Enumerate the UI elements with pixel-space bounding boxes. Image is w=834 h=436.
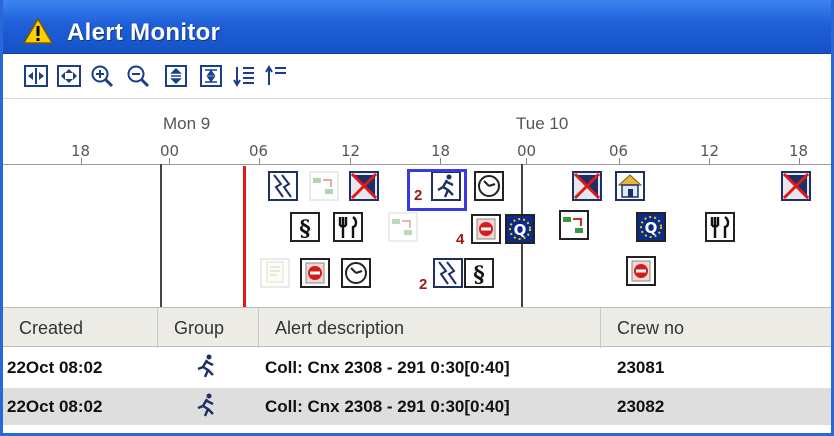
column-header-crew[interactable]: Crew no: [601, 308, 831, 348]
zoom-in-icon[interactable]: [89, 63, 115, 89]
title-bar[interactable]: Alert Monitor: [3, 0, 831, 54]
table-row[interactable]: 22Oct 08:02 Coll: Cnx 2308 - 291 0:30[0:…: [3, 388, 831, 425]
zoom-out-icon[interactable]: [125, 63, 151, 89]
runner-icon: [193, 353, 219, 384]
alert-monitor-window: Alert Monitor Mon 9 Tue 10 18 00 06 12 1…: [0, 0, 834, 436]
eu-q-icon[interactable]: Q: [505, 214, 535, 244]
clock-icon[interactable]: [341, 258, 371, 288]
cell-description: Coll: Cnx 2308 - 291 0:30[0:40]: [265, 397, 510, 416]
cancelled-flight-icon[interactable]: [572, 171, 602, 201]
svg-text:Q: Q: [514, 221, 527, 239]
window-title: Alert Monitor: [67, 19, 221, 46]
svg-text:§: §: [299, 216, 311, 242]
section-icon[interactable]: §: [464, 258, 494, 288]
clock-icon[interactable]: [474, 171, 504, 201]
grid-header: Created Group Alert description Crew no: [3, 307, 831, 348]
stop-icon[interactable]: [626, 256, 656, 286]
split-icon[interactable]: [433, 258, 463, 288]
cell-created: 22Oct 08:02: [7, 358, 103, 377]
expand-rows-icon[interactable]: [163, 63, 189, 89]
svg-text:§: §: [473, 262, 485, 288]
home-icon[interactable]: [615, 171, 645, 201]
stop-icon[interactable]: [300, 258, 330, 288]
sort-ascending-icon[interactable]: [263, 63, 289, 89]
cell-crew: 23082: [617, 397, 665, 416]
day-divider: [160, 164, 162, 307]
meal-icon[interactable]: [333, 212, 363, 242]
column-header-created[interactable]: Created: [3, 308, 158, 348]
cell-description: Coll: Cnx 2308 - 291 0:30[0:40]: [265, 358, 510, 377]
fit-all-icon[interactable]: [56, 63, 82, 89]
section-icon[interactable]: §: [290, 212, 320, 242]
eu-q-icon[interactable]: Q: [636, 212, 666, 242]
transfer-icon[interactable]: [559, 210, 589, 240]
fit-width-icon[interactable]: [23, 63, 49, 89]
day-label-tue: Tue 10: [516, 114, 569, 133]
runner-icon: [193, 392, 219, 423]
column-header-group[interactable]: Group: [158, 308, 259, 348]
column-header-description[interactable]: Alert description: [259, 308, 601, 348]
collapse-rows-icon[interactable]: [198, 63, 224, 89]
table-row[interactable]: 22Oct 08:02 Coll: Cnx 2308 - 291 0:30[0:…: [3, 349, 831, 386]
toolbar: [3, 55, 831, 99]
current-time-line: [243, 166, 246, 307]
meal-icon[interactable]: [705, 212, 735, 242]
count-badge: 2: [419, 276, 428, 293]
day-label-mon: Mon 9: [163, 114, 211, 133]
sort-descending-icon[interactable]: [231, 63, 257, 89]
time-axis: [3, 164, 831, 165]
cancelled-flight-icon[interactable]: [781, 171, 811, 201]
document-icon[interactable]: [260, 258, 290, 288]
warning-icon: [22, 17, 54, 44]
transfer-icon[interactable]: [388, 212, 418, 242]
split-icon[interactable]: [268, 171, 298, 201]
cell-created: 22Oct 08:02: [7, 397, 103, 416]
cell-crew: 23081: [617, 358, 665, 377]
count-badge: 4: [456, 231, 465, 248]
transfer-icon[interactable]: [309, 171, 339, 201]
cancelled-flight-icon[interactable]: [349, 171, 379, 201]
stop-icon[interactable]: [471, 214, 501, 244]
count-badge: 2: [414, 187, 423, 204]
svg-text:Q: Q: [645, 219, 658, 237]
